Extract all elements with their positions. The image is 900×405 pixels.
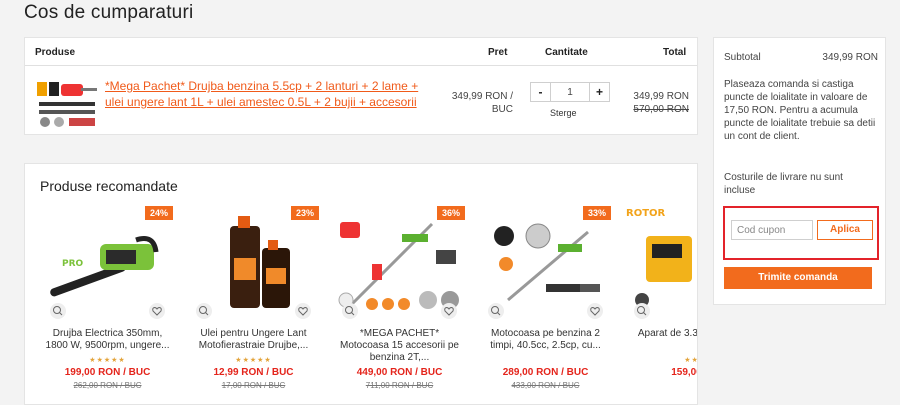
header-products: Produse	[35, 47, 76, 58]
heart-icon[interactable]	[295, 303, 311, 319]
product-old-price: 711,00 RON / BUC	[365, 381, 434, 390]
discount-badge: 36%	[436, 206, 465, 220]
product-card[interactable]: PRO 24% Drujba Electrica 350mm, 1800 W, …	[40, 204, 175, 404]
cart-table: Produse Pret Cantitate Total *Mega Pache…	[24, 37, 698, 135]
line-total-price: 349,99 RON	[633, 91, 689, 102]
zoom-icon[interactable]	[342, 303, 358, 319]
product-price: 449,00 RON / BUC	[356, 367, 443, 378]
subtotal-value: 349,99 RON	[822, 52, 878, 63]
heart-icon[interactable]	[587, 303, 603, 319]
recommended-title: Produse recomandate	[40, 178, 178, 194]
cart-table-header: Produse Pret Cantitate Total	[25, 38, 697, 66]
product-card[interactable]: 23% Ulei pentru Ungere Lant Motofierastr…	[186, 204, 321, 404]
rating-stars: ★★★★★	[235, 357, 272, 364]
unit-price: 349,99 RON / BUC	[451, 91, 513, 115]
header-total: Total	[663, 47, 687, 58]
remove-item-link[interactable]: Sterge	[550, 108, 577, 118]
page-title: Cos de cumparaturi	[24, 2, 194, 23]
product-image[interactable]: 36%	[332, 204, 467, 324]
zoom-icon[interactable]	[196, 303, 212, 319]
rotor-logo: ROTOR	[626, 208, 666, 219]
header-quantity: Cantitate	[545, 47, 588, 58]
subtotal-label: Subtotal	[724, 52, 761, 63]
quantity-input[interactable]	[551, 83, 589, 101]
quantity-stepper: - +	[530, 82, 610, 102]
product-card[interactable]: 33% Motocoasa pe benzina 2 timpi, 40.5cc…	[478, 204, 613, 404]
coupon-form: Aplica	[723, 206, 879, 260]
heart-icon[interactable]	[441, 303, 457, 319]
discount-badge: 33%	[582, 206, 611, 220]
product-name[interactable]: Aparat de 3.3kg, 1.6-5m	[628, 328, 697, 340]
rating-stars: ★★★★★	[89, 357, 126, 364]
zoom-icon[interactable]	[488, 303, 504, 319]
zoom-icon[interactable]	[50, 303, 66, 319]
quantity-increase-button[interactable]: +	[589, 83, 609, 101]
submit-order-button[interactable]: Trimite comanda	[724, 267, 872, 289]
product-image[interactable]: 23%	[186, 204, 321, 324]
product-name[interactable]: Motocoasa pe benzina 2 timpi, 40.5cc, 2.…	[482, 328, 609, 352]
product-image[interactable]: 33%	[478, 204, 613, 324]
line-total-old-price: 570,00 RON	[633, 104, 689, 115]
order-summary: Subtotal 349,99 RON Plaseaza comanda si …	[713, 37, 886, 305]
product-image[interactable]: ROTOR	[624, 204, 697, 324]
product-name-link[interactable]: *Mega Pachet* Drujba benzina 5.5cp + 2 l…	[105, 78, 425, 110]
product-old-price: 17,00 RON / BUC	[221, 381, 286, 390]
product-image[interactable]: PRO 24%	[40, 204, 175, 324]
product-price: 12,99 RON / BUC	[213, 367, 294, 378]
product-price: 199,00 RON / BUC	[64, 367, 151, 378]
product-old-price: 262,00 RON / BUC	[73, 381, 142, 390]
product-name[interactable]: Ulei pentru Ungere Lant Motofierastraie …	[190, 328, 317, 352]
product-card[interactable]: ROTOR Aparat de 3.3kg, 1.6-5m ★★ 159,00 …	[624, 204, 698, 404]
svg-text:PRO: PRO	[62, 259, 84, 269]
shipping-info: Costurile de livrare nu sunt incluse	[724, 172, 843, 196]
quantity-decrease-button[interactable]: -	[531, 83, 551, 101]
line-total: 349,99 RON 570,00 RON	[619, 90, 689, 116]
rating-stars: ★★	[684, 357, 698, 364]
heart-icon[interactable]	[149, 303, 165, 319]
product-price: 159,00 R	[671, 367, 697, 378]
loyalty-info: Plaseaza comanda si castiga puncte de lo…	[724, 79, 876, 142]
product-price: 289,00 RON / BUC	[502, 367, 589, 378]
product-name[interactable]: *MEGA PACHET* Motocoasa 15 accesorii pe …	[336, 328, 463, 364]
subtotal-row: Subtotal 349,99 RON	[724, 52, 878, 63]
product-card[interactable]: 36% *MEGA PACHET* Motocoasa 15 accesorii…	[332, 204, 467, 404]
recommended-products: Produse recomandate PRO 24% Drujba Elect…	[24, 163, 698, 405]
discount-badge: 23%	[290, 206, 319, 220]
discount-badge: 24%	[144, 206, 173, 220]
header-price: Pret	[488, 47, 508, 58]
product-old-price: 433,00 RON / BUC	[511, 381, 580, 390]
apply-coupon-button[interactable]: Aplica	[817, 220, 873, 240]
product-name[interactable]: Drujba Electrica 350mm, 1800 W, 9500rpm,…	[44, 328, 171, 352]
zoom-icon[interactable]	[634, 303, 650, 319]
coupon-input[interactable]	[731, 220, 813, 240]
